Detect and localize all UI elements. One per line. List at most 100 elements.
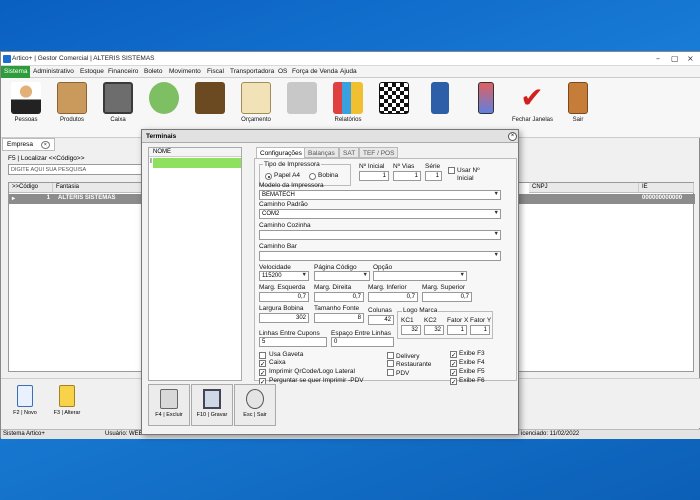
papel-a4-radio[interactable]: [265, 173, 272, 180]
marg-esquerda-field[interactable]: 0,7: [259, 292, 309, 302]
kc1-field[interactable]: 32: [401, 325, 421, 335]
tab-sat[interactable]: SAT: [339, 147, 360, 158]
usa-gaveta-checkbox[interactable]: [259, 352, 266, 359]
chevron-down-icon: ▼: [493, 191, 499, 197]
sair-button[interactable]: Esc | Sair: [234, 384, 276, 426]
menu-estoque[interactable]: Estoque: [80, 68, 104, 75]
menu-forca-de-venda[interactable]: Força de Venda: [292, 68, 338, 75]
dialog-close-icon[interactable]: ×: [508, 132, 517, 141]
bobina-radio[interactable]: [309, 173, 316, 180]
dialog-title-bar: Terminais ×: [142, 130, 518, 143]
exibe-f3-checkbox[interactable]: ✓: [450, 351, 457, 358]
col-header-ie[interactable]: IE: [639, 183, 694, 193]
marg-superior-field[interactable]: 0,7: [422, 292, 472, 302]
menu-administrativo[interactable]: Administrativo: [33, 68, 74, 75]
novo-button[interactable]: F2 | Novo: [7, 385, 43, 427]
floppy-disk-icon: [203, 389, 221, 409]
marg-inferior-field[interactable]: 0,7: [368, 292, 418, 302]
excluir-button[interactable]: F4 | Excluir: [148, 384, 190, 426]
clipboard-icon: [241, 82, 271, 114]
caminho-bar-select[interactable]: ▼: [259, 251, 501, 261]
modelo-impressora-select[interactable]: BEMATECH ▼: [259, 190, 501, 200]
usar-n-inicial-checkbox[interactable]: [448, 167, 455, 174]
tab-empresa[interactable]: Empresa ×: [2, 138, 55, 151]
pdv-checkbox[interactable]: [387, 369, 394, 376]
menu-boleto[interactable]: Boleto: [144, 68, 162, 75]
status-app: Sistema Artico+: [3, 431, 45, 437]
menu-ajuda[interactable]: Ajuda: [340, 68, 357, 75]
toolbar-caixa-button[interactable]: Caixa: [98, 82, 138, 132]
tab-close-icon[interactable]: ×: [40, 141, 50, 149]
gravar-button[interactable]: F10 | Gravar: [191, 384, 233, 426]
toolbar-produtos-button[interactable]: Produtos: [52, 82, 92, 132]
tab-balancas[interactable]: Balanças: [304, 147, 339, 158]
chevron-down-icon: ▼: [362, 272, 368, 278]
menu-fiscal[interactable]: Fiscal: [207, 68, 224, 75]
col-header-fantasia[interactable]: Fantasia: [53, 183, 143, 193]
n-inicial-field[interactable]: 1: [359, 171, 389, 181]
tab-tef-pos[interactable]: TEF / POS: [359, 147, 399, 158]
opcao-select[interactable]: ▼: [373, 271, 467, 281]
restaurante-checkbox[interactable]: [387, 360, 394, 367]
card-machine-icon: [431, 82, 449, 114]
tamanho-fonte-field[interactable]: 8: [314, 313, 364, 323]
toolbar-delivery-button[interactable]: [282, 82, 322, 132]
minimize-icon[interactable]: –: [656, 54, 660, 63]
toolbar-pessoas-button[interactable]: Pessoas: [6, 82, 46, 132]
serie-field[interactable]: 1: [425, 171, 442, 181]
caixa-checkbox[interactable]: ✓: [259, 360, 266, 367]
chart-icon: [333, 82, 363, 114]
kc2-field[interactable]: 32: [424, 325, 444, 335]
exibe-f4-checkbox[interactable]: ✓: [450, 360, 457, 367]
menu-transportadora[interactable]: Transportadora: [230, 68, 274, 75]
n-vias-field[interactable]: 1: [393, 171, 421, 181]
colunas-field[interactable]: 42: [368, 315, 394, 325]
status-user: Usuário: WEB: [105, 431, 143, 437]
marg-direita-field[interactable]: 0,7: [314, 292, 364, 302]
status-license: icenciado: 11/02/2022: [521, 431, 580, 437]
espaco-entre-linhas-field[interactable]: 0: [331, 337, 394, 347]
linhas-entre-cupons-field[interactable]: 5: [259, 337, 327, 347]
toolbar-card-machine-button[interactable]: [420, 82, 460, 132]
recycle-bin-icon: [160, 389, 178, 409]
imprimir-qrcode-checkbox[interactable]: ✓: [259, 369, 266, 376]
money-icon: [149, 82, 179, 114]
chevron-down-icon: ▼: [301, 272, 307, 278]
caminho-padrao-select[interactable]: COM2 ▼: [259, 209, 501, 219]
fator-x-field[interactable]: 1: [447, 325, 467, 335]
toolbar-qrcode-button[interactable]: [374, 82, 414, 132]
close-icon[interactable]: ×: [687, 54, 694, 63]
alterar-button[interactable]: F3 | Alterar: [49, 385, 85, 427]
maximize-icon[interactable]: ▢: [671, 54, 679, 63]
pagina-codigo-select[interactable]: ▼: [314, 271, 370, 281]
delivery-icon: [287, 82, 317, 114]
menu-financeiro[interactable]: Financeiro: [108, 68, 138, 75]
exibe-f5-checkbox[interactable]: ✓: [450, 369, 457, 376]
toolbar-orcamento-button[interactable]: Orçamento: [236, 82, 276, 132]
fator-y-field[interactable]: 1: [470, 325, 490, 335]
toolbar-fechar-janelas-button[interactable]: ✔ Fechar Janelas: [512, 82, 553, 132]
tab-configuracoes[interactable]: Configurações: [256, 147, 306, 158]
toolbar-phone-button[interactable]: [466, 82, 506, 132]
menu-sistema[interactable]: Sistema: [1, 66, 31, 78]
velocidade-select[interactable]: 115200 ▼: [259, 271, 309, 281]
search-input[interactable]: DIGITE AQUI SUA PESQUISA: [8, 164, 143, 175]
toolbar-relatorios-button[interactable]: Relatórios: [328, 82, 368, 132]
col-header-codigo[interactable]: >>Código: [9, 183, 53, 193]
toolbar-wallet-button[interactable]: [190, 82, 230, 132]
largura-bobina-field[interactable]: 302: [259, 313, 309, 323]
toolbar-money-button[interactable]: [144, 82, 184, 132]
exibe-f6-checkbox[interactable]: ✓: [450, 378, 457, 385]
main-window: Artico+ | Gestor Comercial | ALTERIS SIS…: [0, 51, 700, 439]
list-item[interactable]: [153, 158, 241, 168]
caminho-cozinha-select[interactable]: ▼: [259, 230, 501, 240]
col-header-cnpj[interactable]: CNPJ: [529, 183, 639, 193]
menu-movimento[interactable]: Movimento: [169, 68, 201, 75]
menu-os[interactable]: OS: [278, 68, 287, 75]
dialog-title: Terminais: [146, 133, 177, 140]
menu-bar: Sistema Administrativo Estoque Financeir…: [1, 66, 700, 78]
terminais-dialog: Terminais × NOME I Configurações Balança…: [141, 129, 519, 435]
delivery-checkbox[interactable]: [387, 352, 394, 359]
toolbar-sair-button[interactable]: Sair: [558, 82, 598, 132]
chevron-down-icon: ▼: [459, 272, 465, 278]
